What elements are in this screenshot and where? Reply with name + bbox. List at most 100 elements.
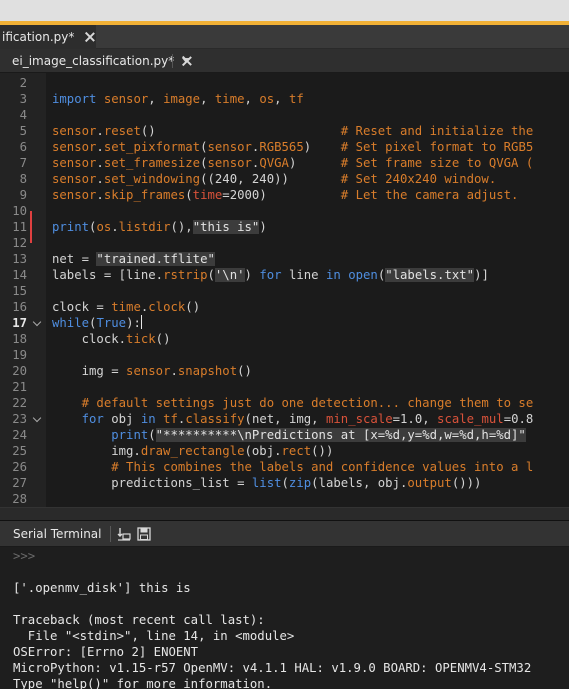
line-number: 22: [12, 396, 27, 410]
line-number: 5: [19, 124, 27, 138]
line-number: 3: [19, 92, 27, 106]
code-text: sensor.reset() # Reset and initialize th…: [52, 124, 534, 138]
line-number: 17: [12, 316, 27, 330]
outer-tab-file[interactable]: ification.py*: [0, 25, 96, 49]
code-line[interactable]: 26 # This combines the labels and confid…: [0, 459, 569, 475]
code-line[interactable]: 28: [0, 491, 569, 507]
code-editor[interactable]: 2 3 import sensor, image, time, os, tf 4 5 se…: [0, 73, 569, 507]
panel-splitter[interactable]: [0, 507, 569, 521]
line-number: 4: [19, 108, 27, 122]
code-text: for obj in tf.classify(net, img, min_sca…: [81, 412, 534, 426]
line-number: 2: [19, 76, 27, 90]
serial-terminal-title: Serial Terminal: [13, 526, 102, 541]
line-number: 10: [12, 204, 27, 218]
line-number: 11: [12, 220, 27, 234]
fold-arrow-icon[interactable]: [34, 319, 42, 327]
code-text: import sensor, image, time, os, tf: [52, 92, 304, 106]
code-line[interactable]: 2: [0, 75, 569, 91]
code-line[interactable]: 17 while(True):: [0, 315, 569, 331]
line-number: 9: [19, 188, 27, 202]
window-top-strip: [0, 0, 569, 25]
line-number: 18: [12, 332, 27, 346]
file-selector-dropdown[interactable]: ei_image_classification.py*: [0, 49, 191, 73]
terminal-line: MicroPython: v1.15-r57 OpenMV: v4.1.1 HA…: [13, 661, 532, 675]
divider: [172, 53, 173, 68]
code-text: sensor.skip_frames(time=2000) # Let the …: [52, 188, 519, 202]
code-line[interactable]: 19: [0, 347, 569, 363]
code-line[interactable]: 12: [0, 235, 569, 251]
code-text: img.draw_rectangle(obj.rect()): [52, 444, 334, 458]
outer-tab-label: ification.py*: [2, 30, 75, 44]
code-text: sensor.set_pixformat(sensor.RGB565) # Se…: [52, 140, 534, 154]
close-icon[interactable]: [84, 31, 96, 43]
code-text: sensor.set_windowing((240, 240)) # Set 2…: [52, 172, 497, 186]
code-line[interactable]: 9 sensor.skip_frames(time=2000) # Let the…: [0, 187, 569, 203]
code-line[interactable]: 6 sensor.set_pixformat(sensor.RGB565) # S…: [0, 139, 569, 155]
line-number: 16: [12, 300, 27, 314]
line-number: 23: [12, 412, 27, 426]
code-text: clock = time.clock(): [52, 300, 201, 314]
code-line[interactable]: 11 print(os.listdir(),"this is"): [0, 211, 569, 243]
line-number: 6: [19, 140, 27, 154]
code-line[interactable]: 25 img.draw_rectangle(obj.rect()): [0, 443, 569, 459]
code-text: print(os.listdir(),"this is"): [52, 220, 267, 234]
serial-terminal-header: Serial Terminal: [0, 521, 569, 547]
save-log-icon[interactable]: [137, 526, 152, 541]
terminal-line: File "<stdin>", line 14, in <module>: [13, 629, 295, 643]
line-number: 24: [12, 428, 27, 442]
code-line[interactable]: 5 sensor.reset() # Reset and initialize t…: [0, 123, 569, 139]
code-line[interactable]: 4: [0, 107, 569, 123]
file-selector-label: ei_image_classification.py*: [12, 53, 175, 68]
code-line[interactable]: 22 # default settings just do one detect…: [0, 395, 569, 411]
line-number: 7: [19, 156, 27, 170]
terminal-line: >>>: [13, 549, 36, 563]
code-line[interactable]: 20 img = sensor.snapshot(): [0, 363, 569, 379]
line-number: 12: [12, 236, 27, 250]
code-text: sensor.set_framesize(sensor.QVGA) # Set …: [52, 156, 534, 170]
code-line[interactable]: 21: [0, 379, 569, 395]
clear-terminal-icon[interactable]: [117, 527, 132, 541]
terminal-line: Type "help()" for more information.: [13, 677, 273, 689]
line-number: 26: [12, 460, 27, 474]
code-text: net = "trained.tflite": [52, 252, 215, 266]
outer-tab-bar: ification.py*: [0, 25, 569, 49]
code-line[interactable]: 15: [0, 283, 569, 299]
serial-terminal-output[interactable]: >>> ['.openmv_disk'] this is Traceback (mo…: [0, 547, 569, 689]
code-line[interactable]: 13 net = "trained.tflite": [0, 251, 569, 267]
line-number: 19: [12, 348, 27, 362]
line-number: 13: [12, 252, 27, 266]
fold-arrow-icon[interactable]: [34, 415, 42, 423]
terminal-line: OSError: [Errno 2] ENOENT: [13, 645, 199, 659]
code-line[interactable]: 16 clock = time.clock(): [0, 299, 569, 315]
code-line[interactable]: 10: [0, 203, 569, 219]
line-number: 21: [12, 380, 27, 394]
line-number: 15: [12, 284, 27, 298]
code-text: # default settings just do one detection…: [81, 396, 534, 410]
line-number: 25: [12, 444, 27, 458]
code-line[interactable]: 8 sensor.set_windowing((240, 240)) # Set …: [0, 171, 569, 187]
code-line[interactable]: 18 clock.tick(): [0, 331, 569, 347]
code-text: while(True):: [52, 315, 142, 330]
terminal-line: ['.openmv_disk'] this is: [13, 581, 191, 595]
line-number: 28: [12, 492, 27, 506]
code-text: img = sensor.snapshot(): [52, 364, 252, 378]
close-icon[interactable]: [181, 55, 193, 67]
code-text: print("**********\nPredictions at [x=%d,…: [111, 428, 526, 442]
code-line[interactable]: 23 for obj in tf.classify(net, img, min_…: [0, 411, 569, 427]
code-text: clock.tick(): [52, 332, 171, 346]
text-cursor: [140, 315, 142, 329]
code-text: predictions_list = list(zip(labels, obj.…: [52, 476, 482, 490]
code-line[interactable]: 3 import sensor, image, time, os, tf: [0, 91, 569, 107]
code-line[interactable]: 7 sensor.set_framesize(sensor.QVGA) # Set…: [0, 155, 569, 171]
file-selector-bar: ei_image_classification.py*: [0, 49, 569, 73]
code-line[interactable]: 24 print("**********\nPredictions at [x=…: [0, 427, 569, 443]
code-line[interactable]: 27 predictions_list = list(zip(labels, o…: [0, 475, 569, 491]
line-number: 14: [12, 268, 27, 282]
divider: [110, 525, 112, 542]
line-number: 27: [12, 476, 27, 490]
terminal-line: Traceback (most recent call last):: [13, 613, 265, 627]
code-text: # This combines the labels and confidenc…: [111, 460, 534, 474]
line-number: 20: [12, 364, 27, 378]
line-number: 8: [19, 172, 27, 186]
code-line[interactable]: 14 labels = [line.rstrip('\n') for line i…: [0, 267, 569, 283]
